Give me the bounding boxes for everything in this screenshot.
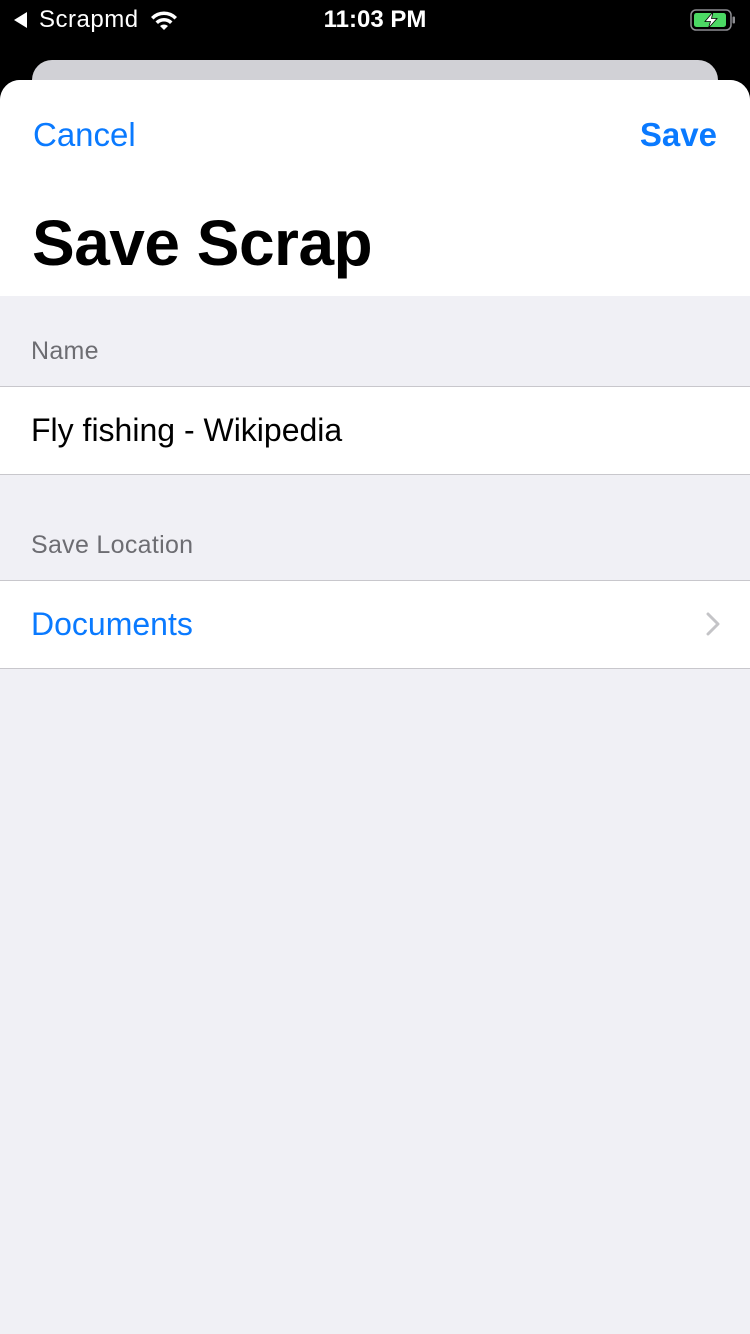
battery-charging-icon — [690, 9, 735, 31]
chevron-right-icon — [706, 612, 720, 636]
name-field-value[interactable]: Fly fishing - Wikipedia — [31, 387, 342, 474]
status-time: 11:03 PM — [323, 6, 427, 33]
name-section-header: Name — [0, 296, 750, 386]
location-section-label: Save Location — [31, 531, 194, 559]
cancel-button[interactable]: Cancel — [33, 116, 136, 154]
status-bar: Scrapmd 11:03 PM — [0, 0, 750, 40]
save-location-row[interactable]: Documents — [0, 580, 750, 669]
navigation-bar: Cancel Save Save Scrap — [0, 80, 750, 296]
save-button[interactable]: Save — [640, 116, 717, 154]
save-scrap-sheet: Cancel Save Save Scrap Name Fly fishing … — [0, 80, 750, 1334]
location-section-header: Save Location — [0, 475, 750, 580]
name-field[interactable]: Fly fishing - Wikipedia — [0, 386, 750, 475]
save-location-value[interactable]: Documents — [31, 581, 193, 668]
name-section-label: Name — [31, 337, 99, 365]
page-title: Save Scrap — [32, 207, 373, 279]
